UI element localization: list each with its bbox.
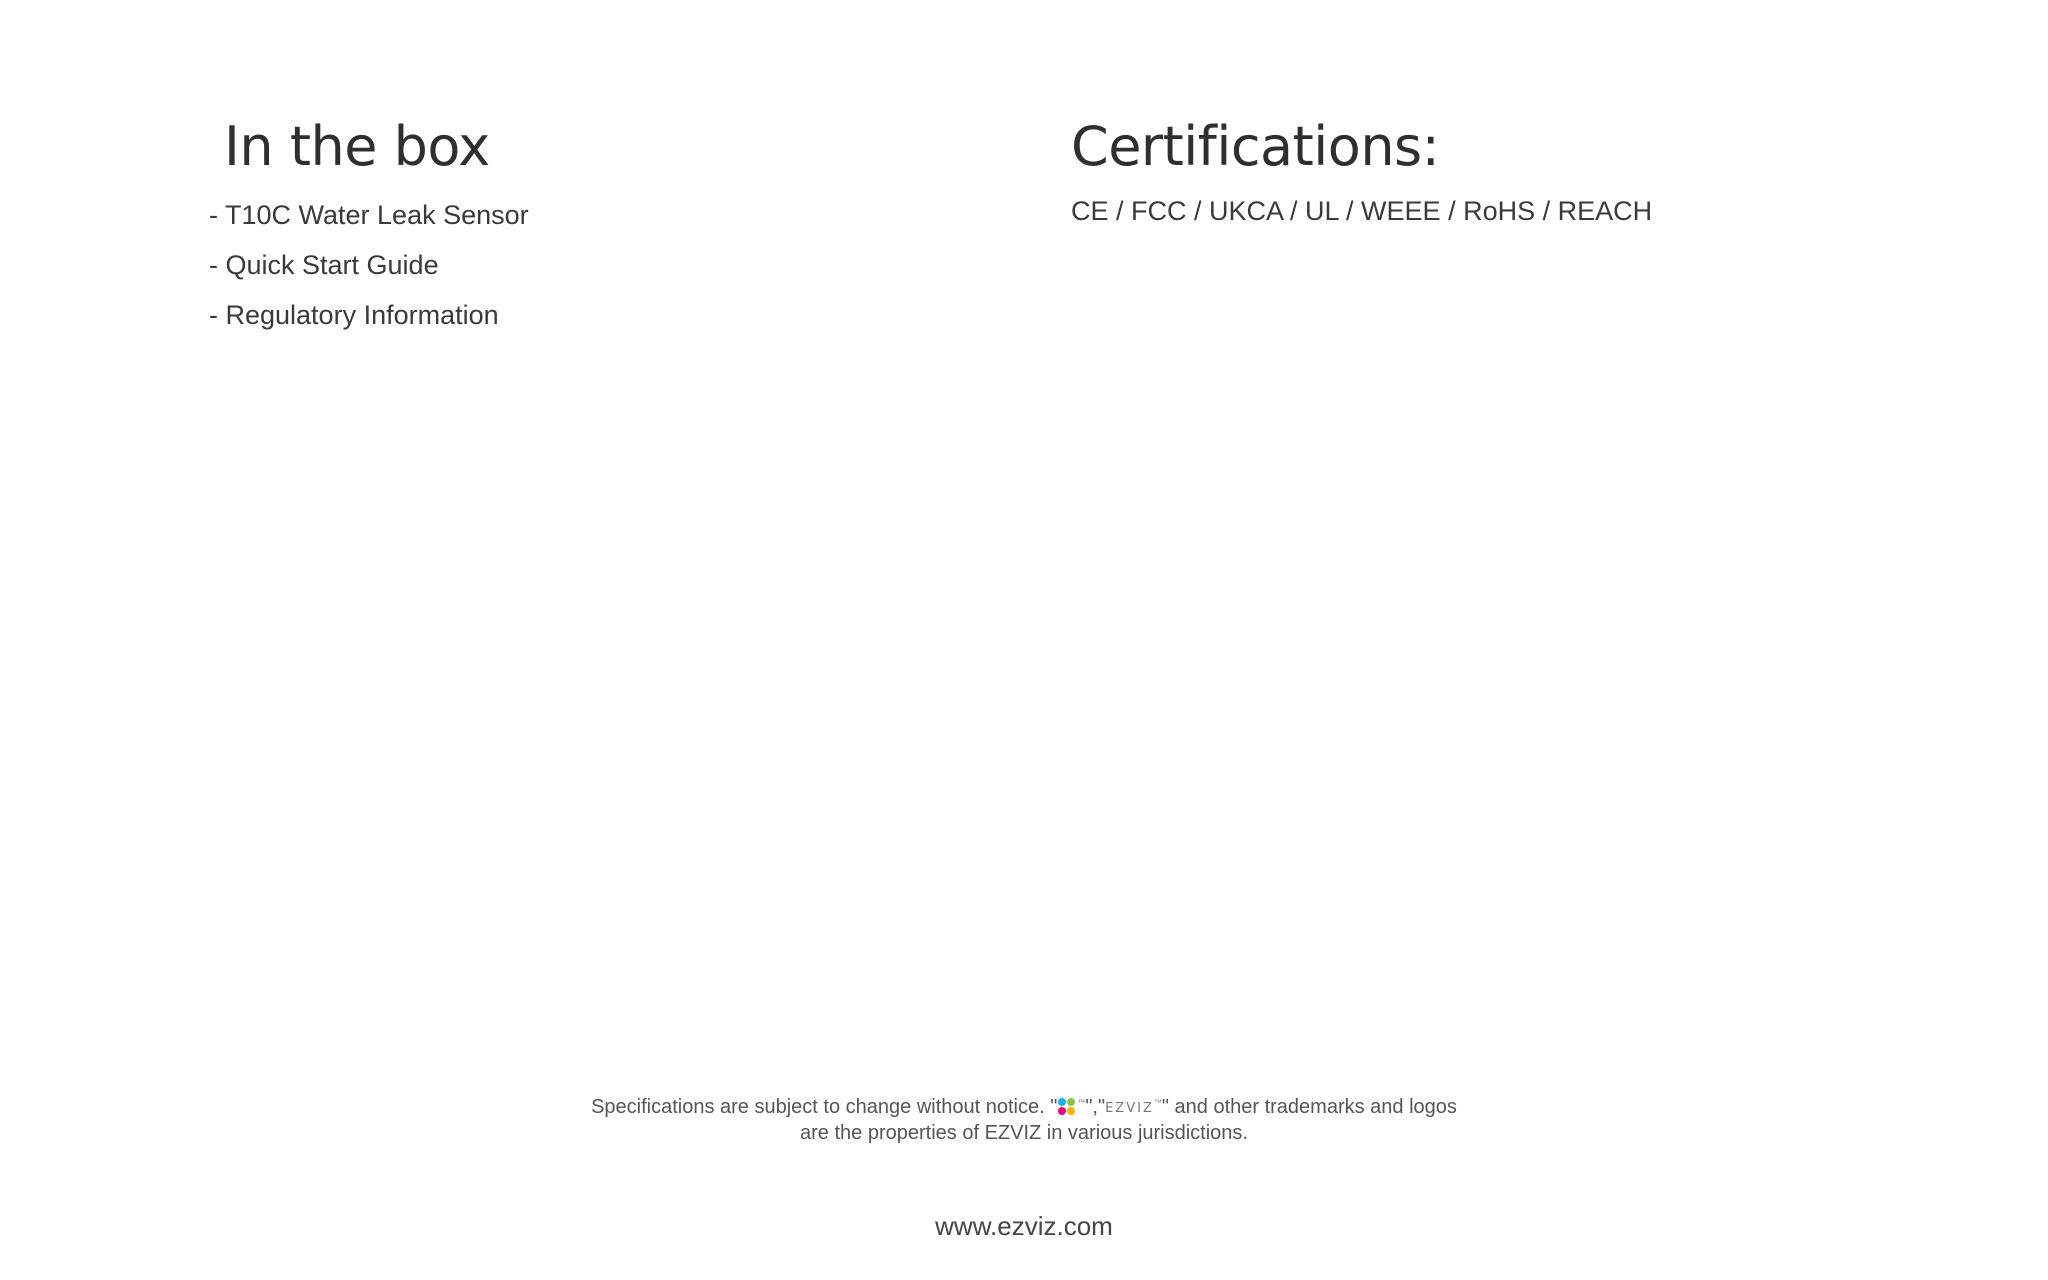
trademark-notice-line-1: Specifications are subject to change wit… — [0, 1091, 2048, 1121]
list-item: - T10C Water Leak Sensor — [209, 200, 529, 230]
in-the-box-list: - T10C Water Leak Sensor - Quick Start G… — [209, 190, 529, 340]
certifications-heading: Certifications: — [1071, 115, 1440, 178]
trademark-notice-line-2: are the properties of EZVIZ in various j… — [800, 1122, 1248, 1144]
list-item: - Regulatory Information — [209, 300, 499, 330]
trademark-notice: Specifications are subject to change wit… — [0, 1091, 2048, 1145]
ezviz-wordmark-logo: EZVIZ — [1105, 1101, 1154, 1116]
notice-prefix: Specifications are subject to change wit… — [591, 1096, 1058, 1118]
website-url: www.ezviz.com — [935, 1211, 1113, 1241]
list-item: - Quick Start Guide — [209, 250, 439, 280]
notice-suffix: " and other trademarks and logos — [1161, 1096, 1457, 1118]
notice-separator: "," — [1085, 1096, 1106, 1118]
in-the-box-heading: In the box — [224, 115, 490, 178]
certifications-list: CE / FCC / UKCA / UL / WEEE / RoHS / REA… — [1071, 196, 1653, 226]
ezviz-dots-logo-icon — [1058, 1098, 1076, 1115]
